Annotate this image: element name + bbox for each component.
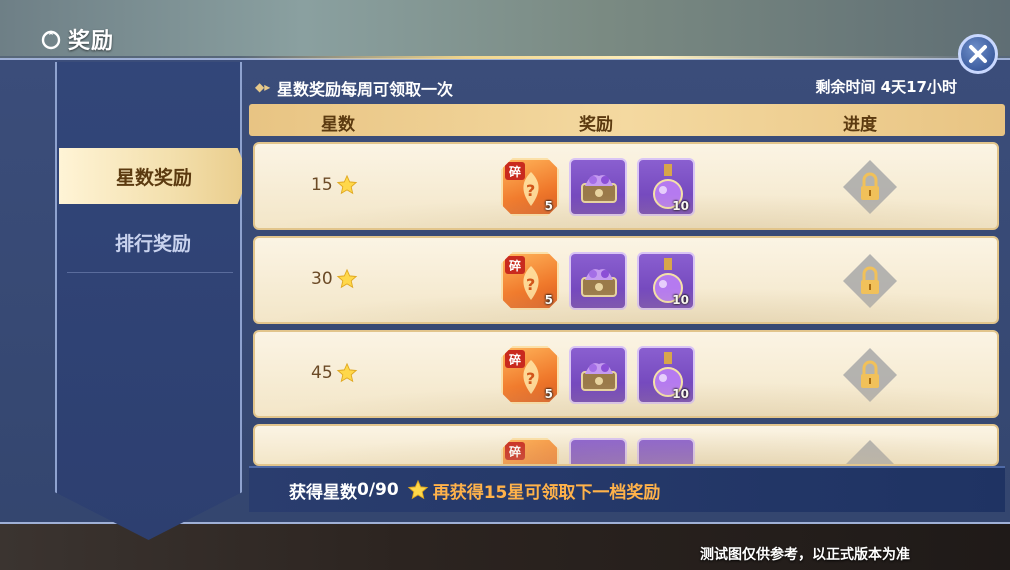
- window-title: 奖励: [68, 29, 115, 54]
- table-row: 15 碎 ? 5 10: [253, 142, 999, 230]
- item-count: 10: [672, 387, 689, 401]
- stars-required: 30: [311, 269, 333, 289]
- header-stars: 星数: [321, 115, 355, 135]
- close-icon: [969, 45, 987, 63]
- gem-chest-icon[interactable]: [569, 252, 627, 310]
- gem-chest-icon[interactable]: [569, 438, 627, 464]
- reward-icon: [41, 30, 61, 50]
- fragment-tag: 碎: [505, 442, 525, 460]
- stars-required: 45: [311, 363, 333, 383]
- gem-chest-icon[interactable]: [569, 346, 627, 404]
- svg-text:?: ?: [526, 275, 535, 294]
- stars-required: 15: [311, 175, 333, 195]
- item-count: 10: [672, 199, 689, 213]
- table-row: 碎: [253, 424, 999, 466]
- sidebar: 星数奖励 排行奖励: [55, 62, 242, 540]
- background-scene-top: [0, 0, 1010, 56]
- tab-label: 排行奖励: [114, 232, 191, 255]
- locked-lock-icon[interactable]: [841, 438, 899, 466]
- stars-cell: 30: [311, 268, 358, 290]
- potion-icon[interactable]: 10: [637, 346, 695, 404]
- star-icon: [407, 479, 428, 500]
- table-header: 星数 奖励 进度: [249, 104, 1005, 136]
- decorative-gold-line: [238, 56, 998, 59]
- item-count: 10: [672, 293, 689, 307]
- item-count: 5: [544, 293, 553, 307]
- locked-lock-icon[interactable]: [841, 252, 899, 310]
- item-count: 5: [544, 387, 553, 401]
- window-title-bar: 奖励: [40, 22, 114, 56]
- header-reward: 奖励: [579, 115, 613, 135]
- table-row: 30 碎 ? 5 10: [253, 236, 999, 324]
- stars-cell: 45: [311, 362, 358, 384]
- reward-content: ◆▸ 星数奖励每周可领取一次 剩余时间 4天17小时 星数 奖励 进度 15 碎…: [245, 66, 1007, 516]
- header-progress: 进度: [843, 115, 877, 135]
- close-button[interactable]: [958, 34, 998, 74]
- bullet-arrow-icon: ◆▸: [255, 80, 271, 94]
- star-icon: [336, 362, 357, 383]
- stars-earned-count: 0/90: [357, 480, 399, 500]
- item-count: 5: [544, 199, 553, 213]
- disclaimer-text: 测试图仅供参考，以正式版本为准: [700, 547, 910, 563]
- hero-fragment-icon[interactable]: 碎 ? 5: [501, 346, 559, 404]
- next-reward-hint: 再获得15星可领取下一档奖励: [432, 482, 661, 503]
- hero-fragment-icon[interactable]: 碎 ? 5: [501, 158, 559, 216]
- table-row: 45 碎 ? 5 10: [253, 330, 999, 418]
- stars-earned-label: 获得星数: [289, 482, 357, 503]
- tab-ranking-rewards[interactable]: 排行奖励: [59, 214, 242, 270]
- locked-lock-icon[interactable]: [841, 158, 899, 216]
- weekly-notice: 星数奖励每周可领取一次: [277, 80, 454, 99]
- locked-lock-icon[interactable]: [841, 346, 899, 404]
- stars-cell: 15: [311, 174, 358, 196]
- svg-text:?: ?: [526, 181, 535, 200]
- potion-icon[interactable]: 10: [637, 252, 695, 310]
- tab-star-rewards[interactable]: 星数奖励: [59, 148, 242, 204]
- notice-row: ◆▸ 星数奖励每周可领取一次 剩余时间 4天17小时: [245, 76, 957, 99]
- sidebar-divider: [67, 272, 233, 273]
- star-progress-footer: 获得星数 0/90 再获得15星可领取下一档奖励: [249, 466, 1005, 512]
- remaining-time: 剩余时间 4天17小时: [815, 78, 957, 96]
- gem-chest-icon[interactable]: [569, 158, 627, 216]
- star-icon: [336, 174, 357, 195]
- potion-icon[interactable]: 10: [637, 158, 695, 216]
- svg-text:?: ?: [526, 369, 535, 388]
- hero-fragment-icon[interactable]: 碎 ? 5: [501, 252, 559, 310]
- star-icon: [336, 268, 357, 289]
- potion-icon[interactable]: [637, 438, 695, 464]
- tab-label: 星数奖励: [115, 166, 192, 189]
- hero-fragment-icon[interactable]: 碎: [501, 438, 559, 464]
